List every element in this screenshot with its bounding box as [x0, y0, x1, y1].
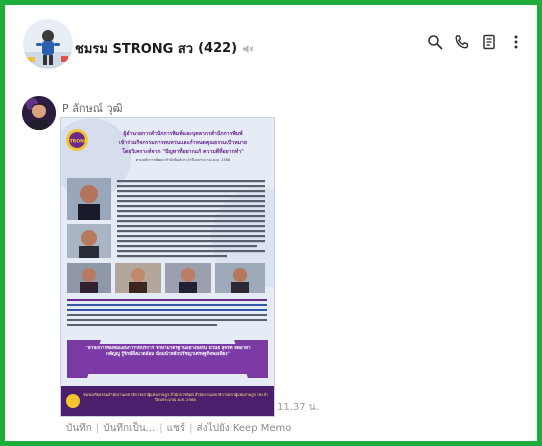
separator: | [95, 423, 100, 434]
poster-headline-4: ตามหลักการพัฒนาสำนักพิมพ์ประจำปีงบประมาณ… [136, 157, 231, 162]
poster-quote: "สำนักการพิมพ์มีแผนการให้บริการ รักษามาต… [85, 346, 251, 357]
mute-icon [243, 44, 254, 53]
group-avatar[interactable] [23, 19, 73, 69]
keep-memo-button[interactable]: ส่งไปยัง Keep Memo [197, 423, 292, 434]
app-frame: ชมรม STRONG สว (422) P ลักษณ์ วุฒิ STRON… [0, 0, 542, 446]
chat-title[interactable]: ชมรม STRONG สว (422) [75, 38, 254, 59]
poster-footer: ชมรมจริยธรรมสำนักงานเลขาธิการสภาผู้แทนรา… [83, 392, 268, 402]
phone-icon[interactable] [454, 34, 470, 50]
header-toolbar [427, 34, 524, 50]
message-image[interactable]: STRONG ผู้อำนวยการสำนักการพิมพ์และบุคลาก… [60, 117, 275, 417]
chat-header: ชมรม STRONG สว (422) [10, 10, 532, 78]
save-button[interactable]: บันทึก [66, 423, 92, 434]
sender-name: P ลักษณ์ วุฒิ [62, 102, 123, 115]
group-name: ชมรม STRONG สว [75, 42, 194, 57]
share-button[interactable]: แชร์ [167, 423, 186, 434]
poster-headline-1: ผู้อำนวยการสำนักการพิมพ์และบุคลากรสำนักก… [123, 129, 243, 138]
separator: | [159, 423, 163, 434]
message-time: 11.37 น. [277, 402, 319, 413]
more-icon[interactable] [508, 34, 524, 50]
save-as-button[interactable]: บันทึกเป็น... [103, 423, 155, 434]
poster-logo-text: STRONG [66, 139, 87, 145]
message-actions: บันทึก | บันทึกเป็น... | แชร์ | ส่งไปยัง Keep … [66, 421, 291, 436]
separator: | [189, 423, 193, 434]
member-count: (422) [198, 41, 238, 56]
poster-headline-3: โดยวิเคราะห์จาก "ปัญหาที่อยากแก้ ความดีท… [121, 147, 244, 155]
notes-icon[interactable] [481, 34, 497, 50]
sender-avatar[interactable] [22, 96, 56, 130]
search-icon[interactable] [427, 34, 443, 50]
poster-headline-2: เข้าร่วมกิจกรรมการทบทวนและกำหนดคุณธรรมเป… [119, 138, 247, 146]
